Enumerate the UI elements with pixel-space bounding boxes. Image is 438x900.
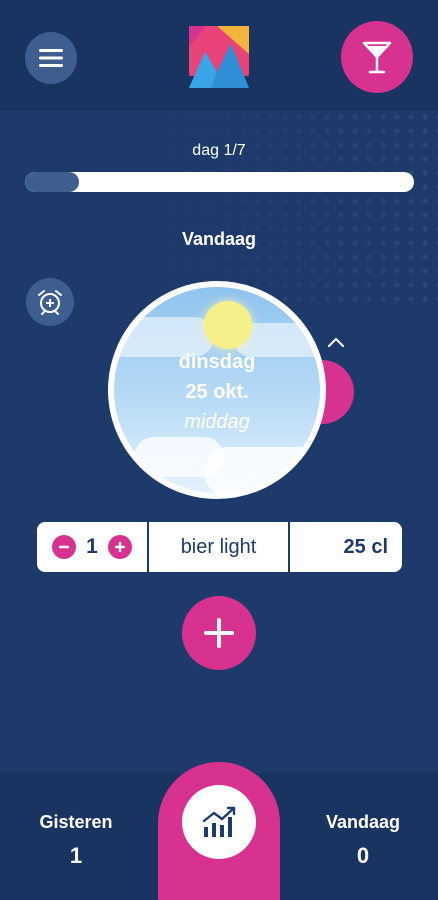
chevron-up-icon[interactable] (326, 334, 346, 350)
progress-day-label: dag 1/7 (192, 142, 246, 159)
today-value: 0 (356, 843, 370, 868)
weekday-label: dinsdag (178, 351, 256, 373)
alarm-clock-icon (38, 290, 62, 315)
app-logo (189, 26, 249, 88)
yesterday-stat: Gisteren 1 (16, 812, 136, 869)
yesterday-value: 1 (69, 843, 83, 868)
quantity-value: 1 (86, 535, 98, 558)
today-label: Vandaag (325, 812, 401, 832)
today-title: Vandaag (181, 229, 257, 249)
part-of-day-label: middag (184, 411, 250, 433)
time-of-day-dial[interactable]: dinsdag 25 okt. middag (108, 281, 326, 499)
add-drink-button[interactable] (182, 596, 256, 670)
drink-entry-row: 1 bier light 25 cl (37, 522, 402, 572)
drink-button[interactable] (341, 21, 413, 93)
progress-fill (25, 172, 80, 192)
top-bar (0, 0, 438, 110)
hamburger-menu-icon (39, 49, 63, 67)
volume-select[interactable]: 25 cl (290, 522, 402, 572)
today-stat: Vandaag 0 (303, 812, 423, 869)
minus-icon (58, 545, 70, 549)
cocktail-glass-icon (362, 41, 392, 74)
date-label: 25 okt. (185, 381, 249, 403)
sun-icon (204, 301, 252, 349)
plus-icon (204, 618, 234, 648)
yesterday-label: Gisteren (39, 812, 113, 832)
cloud-decoration (204, 447, 320, 493)
clock-text: dinsdag 25 okt. middag (114, 347, 320, 437)
statistics-button[interactable] (182, 785, 256, 859)
reminder-button[interactable] (26, 278, 74, 326)
plus-icon (114, 541, 126, 553)
decrease-button[interactable] (52, 535, 77, 559)
drink-type-select[interactable]: bier light (149, 522, 290, 572)
week-progress-bar (25, 172, 414, 192)
decorative-dots-pattern (138, 110, 438, 310)
menu-button[interactable] (25, 32, 77, 84)
increase-button[interactable] (107, 535, 132, 559)
quantity-stepper: 1 (37, 522, 149, 572)
chart-trend-icon (202, 806, 236, 837)
